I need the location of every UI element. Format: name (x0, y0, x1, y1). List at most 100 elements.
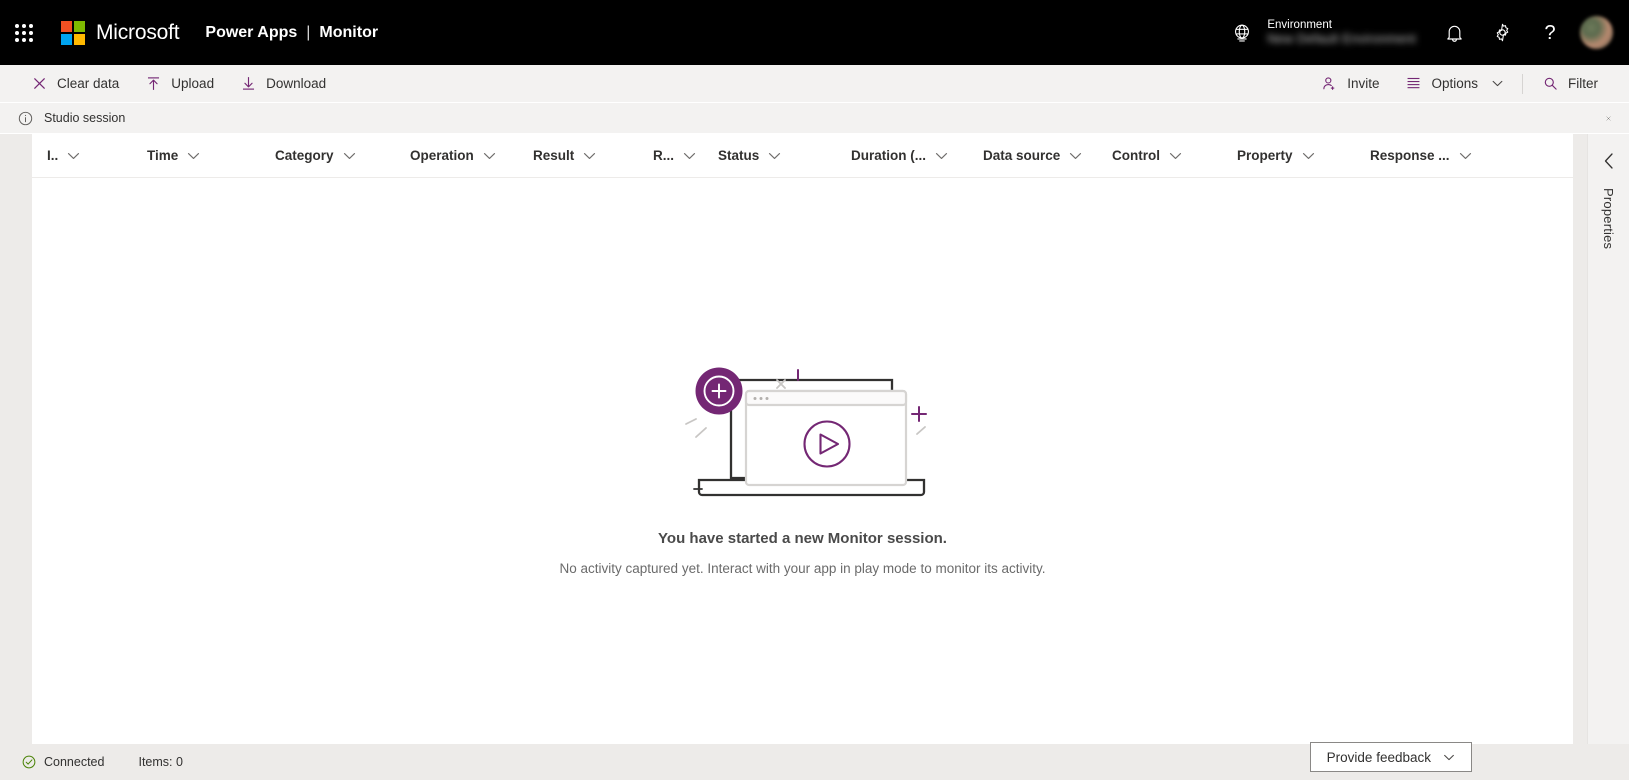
invite-button[interactable]: Invite (1308, 65, 1392, 103)
grid-column-header[interactable]: Time (140, 134, 268, 178)
properties-expand-button[interactable] (1588, 144, 1629, 178)
grid-column-label: Duration (... (851, 148, 926, 163)
gear-icon (1496, 23, 1508, 42)
microsoft-wordmark: Microsoft (96, 20, 180, 44)
message-bar: Studio session (0, 103, 1629, 134)
chevron-down-icon (1459, 152, 1471, 159)
empty-state-subtitle: No activity captured yet. Interact with … (559, 560, 1046, 576)
grid-column-label: Control (1112, 148, 1160, 163)
message-bar-text: Studio session (44, 111, 126, 125)
grid-column-header[interactable]: R... (646, 134, 711, 178)
connected-check-icon (22, 755, 36, 769)
microsoft-logo-link[interactable]: Microsoft (48, 20, 180, 45)
grid-column-headers: I.. Time Category Operation Result R... Status… (32, 134, 1573, 178)
filter-button[interactable]: Filter (1529, 65, 1611, 103)
section-name: Monitor (319, 23, 379, 41)
grid-column-header[interactable]: Control (1105, 134, 1230, 178)
grid-column-header[interactable]: Duration (... (844, 134, 976, 178)
help-button[interactable]: ? (1526, 0, 1574, 65)
grid-column-header[interactable]: Status (711, 134, 844, 178)
app-launcher-button[interactable] (0, 0, 48, 65)
header-actions: Environment New Default Environment ? (1217, 0, 1629, 65)
chevron-down-icon (68, 152, 80, 159)
download-button[interactable]: Download (227, 65, 339, 103)
grid-column-label: R... (653, 148, 675, 163)
environment-value: New Default Environment (1267, 31, 1416, 46)
grid-column-label: Operation (410, 148, 474, 163)
items-count: Items: 0 (138, 755, 182, 769)
grid-column-label: Response ... (1370, 148, 1450, 163)
info-icon (18, 111, 33, 125)
environment-text: Environment New Default Environment (1267, 19, 1416, 47)
chevron-down-icon (683, 152, 696, 159)
command-toolbar: Clear data Upload Download Invite Option… (0, 65, 1629, 103)
chevron-down-icon (343, 152, 355, 159)
waffle-icon (15, 23, 33, 42)
connection-status-text: Connected (44, 755, 105, 769)
title-divider: | (306, 23, 311, 41)
product-title: Power Apps | Monitor (205, 24, 378, 42)
monitor-app-window: Microsoft Power Apps | Monitor Environme… (0, 0, 1629, 780)
grid-column-header[interactable]: Property (1230, 134, 1363, 178)
download-label: Download (266, 76, 327, 91)
provide-feedback-button[interactable]: Provide feedback (1309, 742, 1472, 772)
chevron-down-icon (1070, 152, 1082, 159)
chevron-down-icon (1444, 754, 1454, 760)
command-toolbar-right: Invite Options Filter (1308, 65, 1629, 103)
chevron-down-icon (1302, 152, 1314, 159)
chevron-down-icon (935, 152, 948, 159)
grid-body: You have started a new Monitor session. … (32, 178, 1573, 743)
clear-data-button[interactable]: Clear data (18, 65, 132, 103)
filter-label: Filter (1568, 76, 1598, 91)
grid-column-header[interactable]: Response ... (1363, 134, 1493, 178)
connection-status: Connected (22, 755, 104, 769)
user-avatar[interactable] (1580, 16, 1613, 49)
notifications-button[interactable] (1430, 0, 1478, 65)
empty-state: You have started a new Monitor session. … (32, 346, 1573, 576)
monitor-data-grid: I.. Time Category Operation Result R... Status… (32, 134, 1573, 744)
toolbar-divider (1522, 73, 1523, 94)
options-button[interactable]: Options (1392, 65, 1516, 103)
environment-picker[interactable]: Environment New Default Environment (1217, 0, 1430, 65)
microsoft-logo-icon (61, 20, 85, 45)
grid-column-header[interactable]: Result (526, 134, 646, 178)
grid-column-header[interactable]: Category (268, 134, 403, 178)
help-icon: ? (1544, 21, 1556, 44)
content-column: I.. Time Category Operation Result R... Status… (0, 134, 1587, 744)
status-bar: Connected Items: 0 Provide feedback (0, 742, 1629, 780)
chevron-down-icon (483, 152, 495, 159)
globe-icon (1235, 24, 1250, 42)
product-name: Power Apps (205, 23, 298, 41)
invite-label: Invite (1347, 76, 1380, 91)
chevron-left-icon (1604, 153, 1613, 169)
environment-label: Environment (1267, 18, 1332, 31)
grid-column-header[interactable]: Operation (403, 134, 526, 178)
chevron-down-icon (1492, 80, 1503, 87)
invite-person-icon (1323, 77, 1335, 90)
grid-column-label: I.. (47, 148, 59, 163)
main-body: I.. Time Category Operation Result R... Status… (0, 134, 1629, 744)
settings-button[interactable] (1478, 0, 1526, 65)
chevron-down-icon (769, 152, 781, 159)
options-list-icon (1408, 77, 1420, 89)
upload-icon (148, 77, 160, 90)
clear-data-label: Clear data (57, 76, 120, 91)
chevron-down-icon (1169, 152, 1182, 159)
grid-column-label: Data source (983, 148, 1061, 163)
grid-column-label: Result (533, 148, 575, 163)
upload-label: Upload (171, 76, 215, 91)
options-label: Options (1431, 76, 1478, 91)
upload-button[interactable]: Upload (132, 65, 227, 103)
properties-panel-label[interactable]: Properties (1601, 188, 1616, 249)
app-header: Microsoft Power Apps | Monitor Environme… (0, 0, 1629, 65)
notifications-icon (1446, 25, 1462, 42)
grid-column-header[interactable]: Data source (976, 134, 1105, 178)
grid-column-label: Property (1237, 148, 1293, 163)
clear-data-icon (33, 77, 46, 90)
download-icon (243, 77, 255, 90)
provide-feedback-label: Provide feedback (1326, 749, 1431, 765)
close-icon[interactable] (1602, 112, 1615, 125)
grid-column-label: Time (147, 148, 179, 163)
chevron-down-icon (188, 152, 200, 159)
grid-column-header[interactable]: I.. (40, 134, 140, 178)
